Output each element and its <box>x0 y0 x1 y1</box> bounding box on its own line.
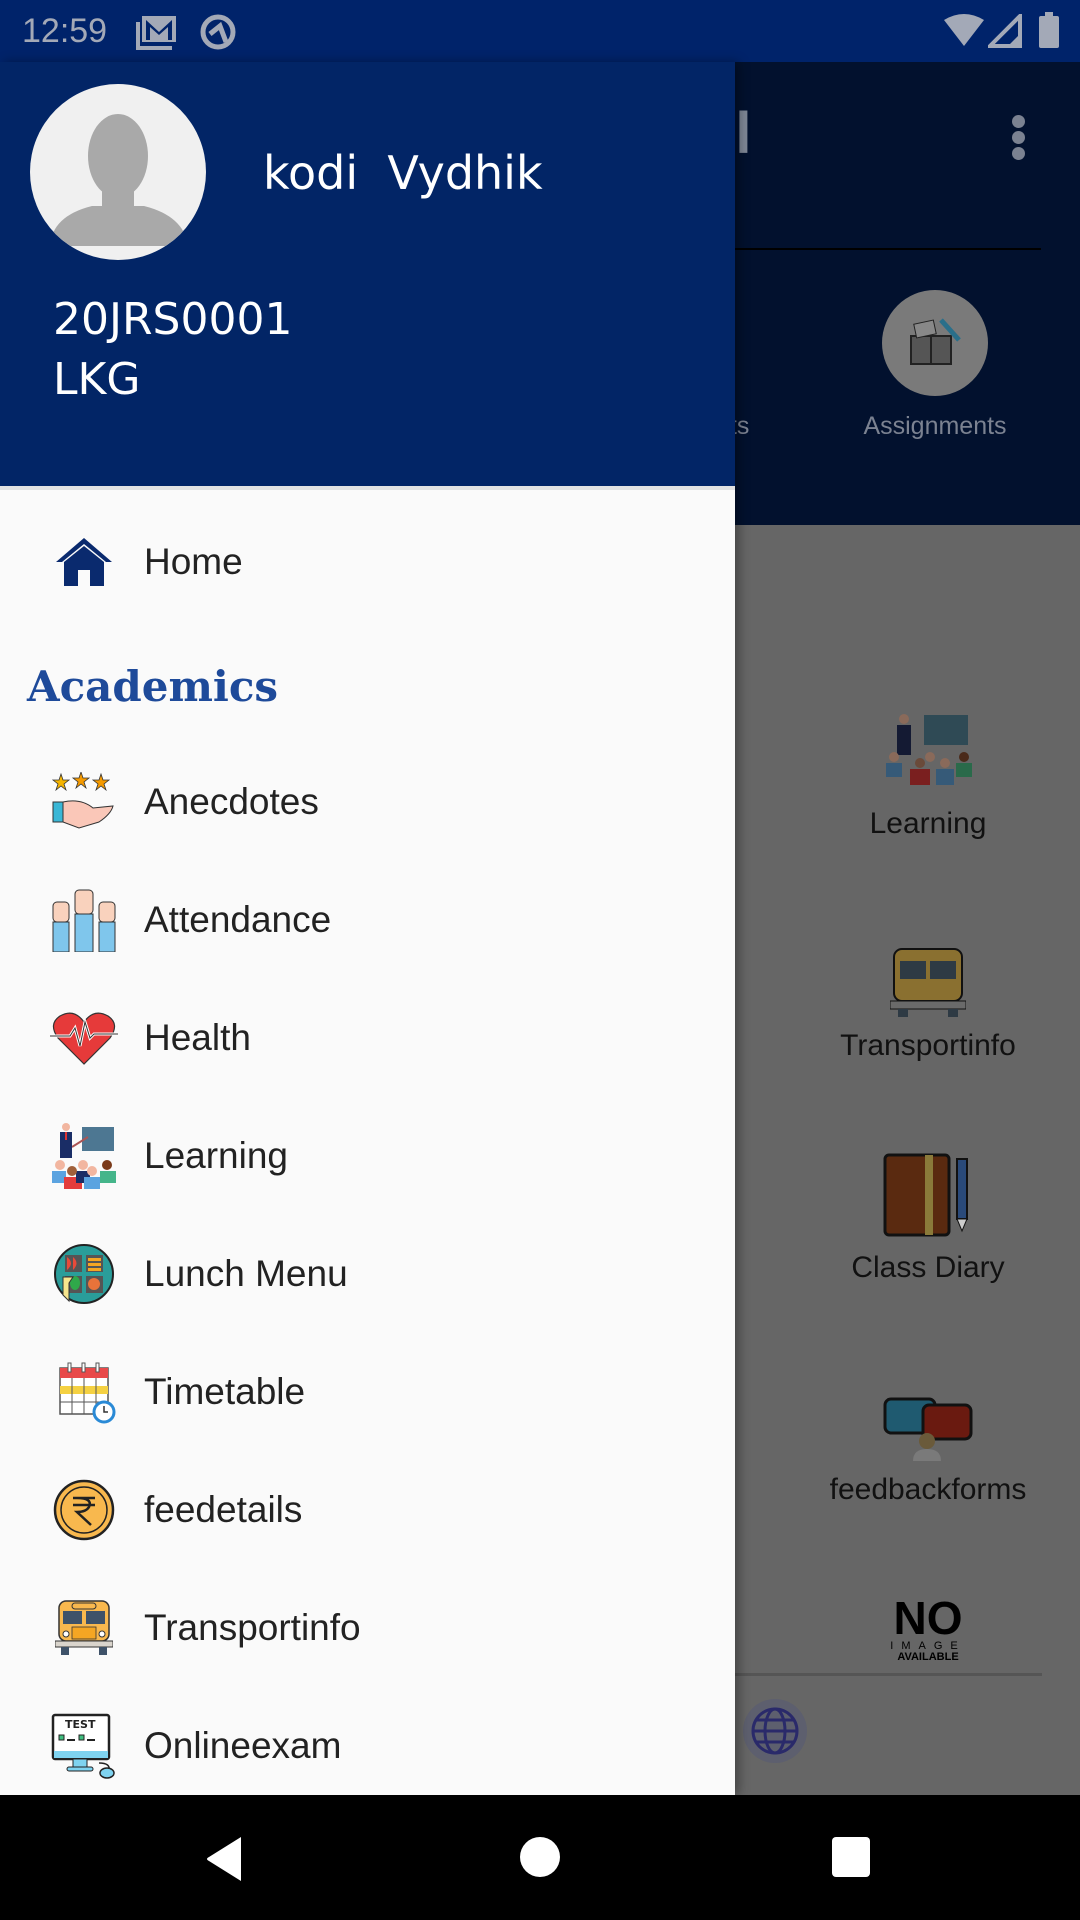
grid-tile-no-image[interactable]: NO IMAGE AVAILABLE <box>801 1595 1055 1663</box>
learning-icon <box>48 1120 120 1192</box>
diary-icon <box>801 1139 1055 1239</box>
battery-icon <box>1038 12 1060 53</box>
wifi-icon <box>944 14 984 53</box>
no-image-icon: NO IMAGE AVAILABLE <box>801 1595 1055 1663</box>
header-divider <box>0 486 735 490</box>
sync-icon <box>198 12 238 57</box>
menu-item-label: Health <box>144 1017 251 1058</box>
user-id: 20JRS0001 <box>53 294 293 345</box>
menu-item-label: Onlineexam <box>144 1725 342 1766</box>
grid-tile-learning[interactable]: Learning <box>801 695 1055 841</box>
globe-icon[interactable] <box>743 1699 807 1763</box>
menu-item-label: Timetable <box>144 1371 306 1412</box>
menu-item-label: Lunch Menu <box>144 1253 348 1294</box>
header-divider <box>735 248 1041 250</box>
navigation-drawer: kodi Vydhik 20JRS0001 LKG Home Academics… <box>0 62 735 1795</box>
menu-item-label: Home <box>144 541 243 582</box>
timetable-icon <box>48 1356 120 1428</box>
assignments-icon <box>882 290 988 396</box>
overflow-menu-icon[interactable] <box>1012 115 1028 161</box>
attendance-icon <box>48 884 120 956</box>
no-image-title: NO <box>893 1592 963 1644</box>
menu-item-label: feedetails <box>144 1489 303 1530</box>
grid-tile-label: Class Diary <box>851 1251 1005 1284</box>
menu-item-learning[interactable]: Learning <box>0 1106 735 1206</box>
back-button[interactable] <box>205 1837 245 1886</box>
user-name: kodi Vydhik <box>263 146 543 200</box>
menu-item-anecdotes[interactable]: Anecdotes <box>0 752 735 852</box>
bus-icon <box>48 1592 120 1664</box>
menu-item-home[interactable]: Home <box>0 512 735 612</box>
rupee-coin-icon <box>48 1474 120 1546</box>
status-time: 12:59 <box>22 12 108 50</box>
menu-item-label: Learning <box>144 1135 289 1176</box>
menu-item-label: Transportinfo <box>144 1607 361 1648</box>
no-image-sub2: AVAILABLE <box>897 1651 959 1663</box>
grid-tile-label: Learning <box>869 807 987 840</box>
grid-tile-feedbackforms[interactable]: feedbackforms <box>801 1361 1055 1507</box>
grid-tile-label: Transportinfo <box>840 1029 1016 1062</box>
health-icon <box>48 1002 120 1074</box>
user-class: LKG <box>53 354 141 405</box>
system-navigation-bar <box>0 1795 1080 1920</box>
person-placeholder-icon <box>50 114 188 246</box>
lunch-icon <box>48 1238 120 1310</box>
menu-item-feedetails[interactable]: feedetails <box>0 1460 735 1560</box>
feedback-icon <box>801 1361 1055 1461</box>
gmail-icon <box>136 14 178 55</box>
home-grid: Learning Transportinfo Class Diary feedb… <box>735 525 1080 1795</box>
menu-item-label: Attendance <box>144 899 332 940</box>
anecdotes-icon <box>48 766 120 838</box>
menu-item-health[interactable]: Health <box>0 988 735 1088</box>
grid-tile-label: feedbackforms <box>829 1473 1027 1506</box>
bus-icon <box>801 917 1055 1017</box>
section-title-academics: Academics <box>27 662 279 711</box>
avatar[interactable] <box>30 84 206 260</box>
menu-item-onlineexam[interactable]: TEST Onlineexam <box>0 1696 735 1796</box>
recents-button[interactable] <box>832 1837 870 1877</box>
signal-icon <box>985 11 1022 53</box>
top-tile-label: Assignments <box>863 412 1007 440</box>
menu-item-attendance[interactable]: Attendance <box>0 870 735 970</box>
top-tile-assignments[interactable]: Assignments <box>825 290 1045 441</box>
menu-item-lunch-menu[interactable]: Lunch Menu <box>0 1224 735 1324</box>
test-computer-icon: TEST <box>48 1710 120 1782</box>
learning-icon <box>801 695 1055 795</box>
home-icon <box>48 526 120 598</box>
grid-bottom-divider <box>735 1673 1042 1676</box>
grid-tile-class-diary[interactable]: Class Diary <box>801 1139 1055 1285</box>
drawer-header: kodi Vydhik 20JRS0001 LKG <box>0 62 735 486</box>
menu-item-label: Anecdotes <box>144 781 319 822</box>
status-bar: 12:59 <box>0 0 1080 62</box>
home-button[interactable] <box>520 1837 560 1877</box>
svg-text:TEST: TEST <box>65 1718 96 1731</box>
grid-tile-transportinfo[interactable]: Transportinfo <box>801 917 1055 1063</box>
menu-item-transportinfo[interactable]: Transportinfo <box>0 1578 735 1678</box>
menu-item-timetable[interactable]: Timetable <box>0 1342 735 1442</box>
